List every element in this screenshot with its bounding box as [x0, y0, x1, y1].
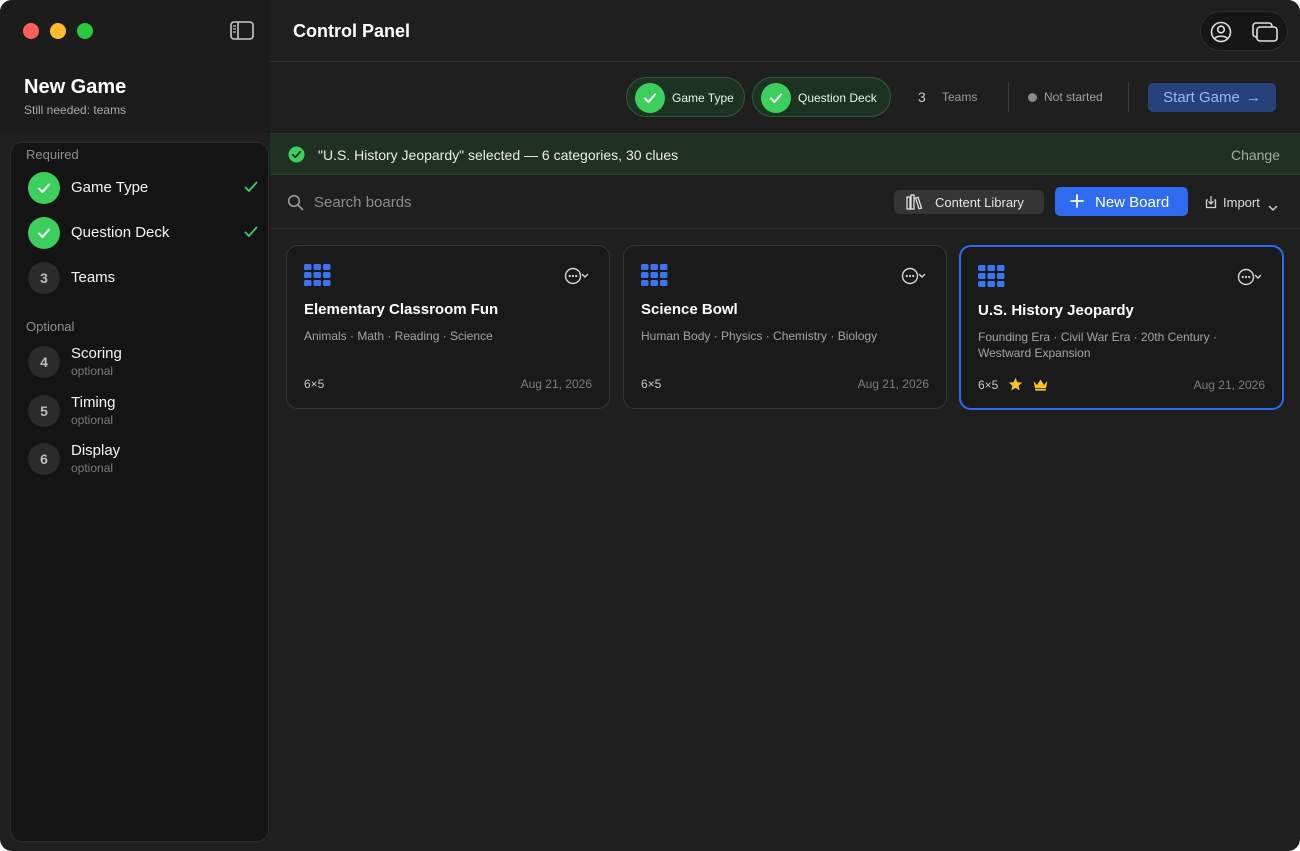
step-label: Teams: [71, 269, 116, 286]
sidebar-item-timing[interactable]: 5 Timing optional: [21, 390, 259, 432]
content-library-button[interactable]: Content Library: [894, 190, 1044, 214]
board-card-elementary-classroom-fun[interactable]: Elementary Classroom Fun Animals · Math …: [286, 245, 610, 409]
board-card-science-bowl[interactable]: Science Bowl Human Body · Physics · Chem…: [623, 245, 947, 409]
change-selection-button[interactable]: Change: [1231, 147, 1280, 163]
step-label: Scoring: [71, 345, 122, 362]
setup-sidebar: Required Game Type Question Deck 3 Teams…: [10, 142, 269, 842]
new-board-label: New Board: [1095, 194, 1170, 211]
board-card-us-history-jeopardy[interactable]: U.S. History Jeopardy Founding Era · Civ…: [959, 245, 1284, 410]
selection-message: "U.S. History Jeopardy" selected — 6 cat…: [318, 147, 679, 163]
status-dot-icon: [1028, 93, 1037, 102]
board-date: Aug 21, 2026: [1193, 378, 1265, 392]
board-size: 6×5: [304, 377, 325, 391]
checkmark-icon: [243, 179, 259, 195]
step-label: Timing: [71, 394, 116, 411]
board-size: 6×5: [641, 377, 662, 391]
chevron-down-icon: [1268, 199, 1278, 212]
teams-count: 3: [918, 89, 926, 105]
divider: [1128, 82, 1129, 112]
board-title: Science Bowl: [641, 301, 738, 318]
more-options-icon[interactable]: [1237, 268, 1262, 286]
sidebar-header: New Game Still needed: teams: [0, 0, 270, 133]
game-type-pill[interactable]: Game Type: [626, 77, 745, 117]
board-grid-icon: [978, 265, 1005, 287]
import-label: Import: [1223, 195, 1260, 210]
board-date: Aug 21, 2026: [857, 377, 929, 391]
import-button[interactable]: Import: [1202, 193, 1282, 213]
board-categories: Founding Era · Civil War Era · 20th Cent…: [978, 330, 1217, 360]
content-library-label: Content Library: [935, 195, 1024, 210]
step-complete-icon: [28, 172, 60, 204]
board-categories: Animals · Math · Reading · Science: [304, 329, 493, 343]
board-date: Aug 21, 2026: [520, 377, 592, 391]
game-title: New Game: [24, 76, 127, 98]
minimize-window-button[interactable]: [50, 23, 66, 39]
setup-status-bar: Game Type Question Deck 3 Teams Not star…: [270, 62, 1300, 133]
pill-label: Question Deck: [798, 91, 877, 105]
more-options-icon[interactable]: [901, 267, 926, 285]
arrow-right-icon: →: [1245, 89, 1261, 106]
sidebar-item-game-type[interactable]: Game Type: [21, 167, 259, 209]
boards-toolbar: Content Library New Board Import: [270, 175, 1300, 229]
checkmark-icon: [243, 224, 259, 240]
search-icon: [287, 194, 304, 211]
sidebar-item-question-deck[interactable]: Question Deck: [21, 212, 259, 254]
sidebar-item-scoring[interactable]: 4 Scoring optional: [21, 341, 259, 383]
board-categories: Human Body · Physics · Chemistry · Biolo…: [641, 329, 878, 343]
step-optional-label: optional: [71, 461, 114, 475]
selection-banner: "U.S. History Jeopardy" selected — 6 cat…: [270, 133, 1300, 175]
windows-icon[interactable]: [1251, 20, 1279, 44]
divider: [1008, 82, 1009, 112]
search-boards-input[interactable]: [314, 189, 714, 215]
board-grid-icon: [304, 264, 331, 286]
pill-label: Game Type: [672, 91, 734, 105]
sidebar-item-teams[interactable]: 3 Teams: [21, 257, 259, 299]
board-grid-icon: [641, 264, 668, 286]
page-title: Control Panel: [293, 21, 411, 41]
check-circle-icon: [761, 83, 791, 113]
sidebar-toggle-icon[interactable]: [228, 19, 256, 43]
crown-icon: [1032, 378, 1049, 391]
board-size: 6×5: [978, 378, 999, 392]
required-section-label: Required: [26, 147, 79, 162]
books-icon: [906, 194, 923, 210]
new-board-button[interactable]: New Board: [1055, 187, 1188, 216]
step-optional-label: optional: [71, 364, 114, 378]
star-icon: [1008, 377, 1023, 392]
title-bar: Control Panel: [270, 0, 1300, 62]
question-deck-pill[interactable]: Question Deck: [752, 77, 891, 117]
step-complete-icon: [28, 217, 60, 249]
check-circle-icon: [635, 83, 665, 113]
step-label: Display: [71, 442, 121, 459]
close-window-button[interactable]: [23, 23, 39, 39]
board-title: Elementary Classroom Fun: [304, 301, 499, 318]
board-title: U.S. History Jeopardy: [978, 302, 1134, 319]
app-window: New Game Still needed: teams Required Ga…: [0, 0, 1300, 851]
step-number: 4: [28, 346, 60, 378]
sidebar-item-display[interactable]: 6 Display optional: [21, 438, 259, 480]
teams-label: Teams: [942, 90, 978, 104]
game-status-text: Not started: [1044, 90, 1103, 104]
step-optional-label: optional: [71, 413, 114, 427]
more-options-icon[interactable]: [564, 267, 589, 285]
check-circle-icon: [288, 146, 305, 163]
zoom-window-button[interactable]: [77, 23, 93, 39]
header-icon-group: [1200, 11, 1288, 51]
step-number: 5: [28, 395, 60, 427]
plus-icon: [1070, 194, 1084, 208]
step-number: 3: [28, 262, 60, 294]
start-game-button[interactable]: Start Game →: [1148, 83, 1276, 112]
step-label: Question Deck: [71, 224, 170, 241]
step-number: 6: [28, 443, 60, 475]
start-game-label: Start Game: [1163, 89, 1240, 106]
game-subtitle: Still needed: teams: [24, 103, 127, 117]
optional-section-label: Optional: [26, 319, 75, 334]
step-label: Game Type: [71, 179, 149, 196]
import-icon: [1204, 195, 1218, 209]
account-icon[interactable]: [1209, 20, 1233, 44]
